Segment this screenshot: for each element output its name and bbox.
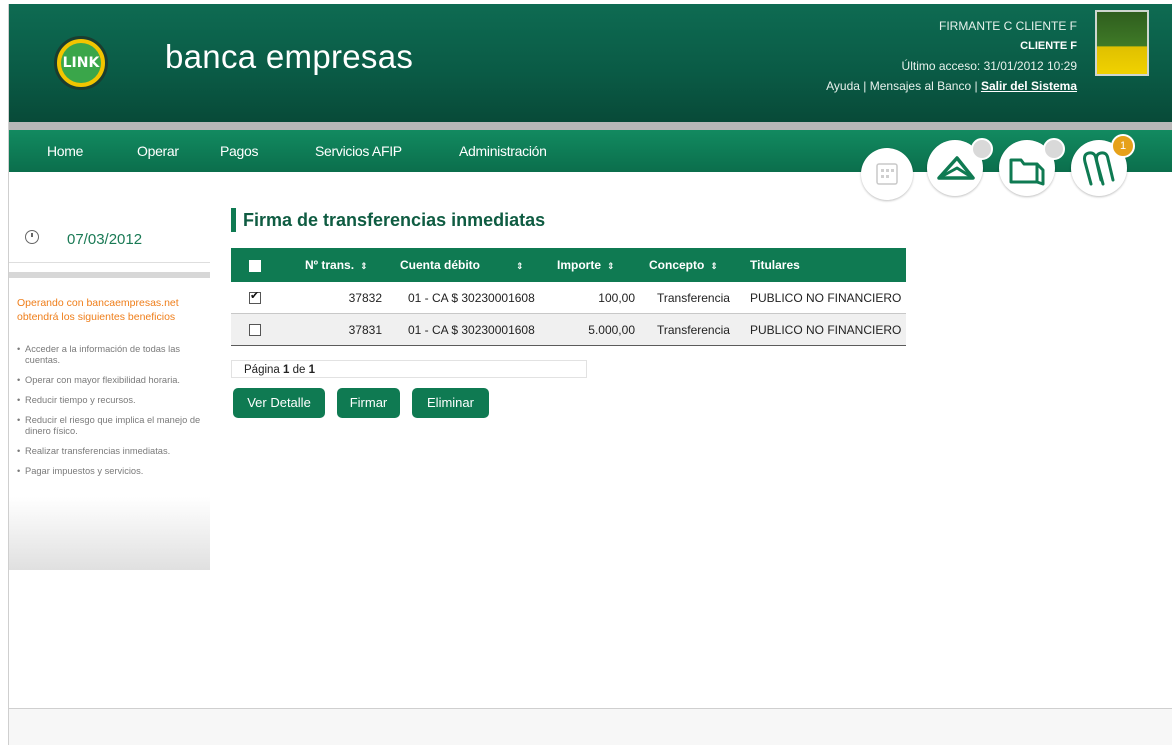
logo-text: LINK — [61, 43, 101, 83]
col-account-label: Cuenta débito — [400, 258, 480, 272]
clock-icon — [25, 230, 39, 244]
list-item: Reducir el riesgo que implica el manejo … — [17, 415, 207, 437]
cell-concept: Transferencia — [649, 282, 750, 314]
notification-badge: 1 — [1111, 134, 1135, 158]
separator: | — [974, 79, 978, 93]
nav-item-home[interactable]: Home — [47, 143, 83, 159]
col-num[interactable]: Nº trans. ⇕ — [305, 248, 400, 282]
pagination: Página 1 de 1 — [231, 360, 587, 378]
pager-of: de — [292, 364, 306, 376]
avatar — [1095, 10, 1149, 76]
cell-account: 01 - CA $ 30230001608 — [400, 282, 557, 314]
user-client-name: CLIENTE F — [1020, 40, 1077, 52]
select-all-checkbox[interactable] — [249, 259, 261, 272]
nav-item-administracion[interactable]: Administración — [459, 143, 547, 159]
select-all-cell — [231, 248, 305, 282]
header: LINK banca empresas FIRMANTE C CLIENTE F… — [9, 4, 1172, 122]
col-holders: Titulares — [750, 248, 906, 282]
link-logo[interactable]: LINK — [54, 36, 108, 90]
pager-prefix: Página — [244, 364, 280, 376]
col-amount[interactable]: Importe ⇕ — [557, 248, 649, 282]
pager-total: 1 — [308, 364, 316, 376]
page-frame: LINK banca empresas FIRMANTE C CLIENTE F… — [8, 4, 1172, 745]
row-checkbox[interactable] — [249, 324, 261, 337]
pager-current: 1 — [283, 364, 290, 376]
cell-num: 37832 — [305, 282, 400, 314]
list-item: Pagar impuestos y servicios. — [17, 466, 207, 477]
col-num-label: Nº trans. — [305, 258, 355, 272]
title-accent-bar — [231, 208, 236, 232]
nav-item-operar[interactable]: Operar — [137, 143, 179, 159]
help-link[interactable]: Ayuda — [826, 79, 860, 93]
cell-amount: 5.000,00 — [557, 313, 649, 346]
sidebar-date-box: 07/03/2012 — [9, 218, 210, 263]
user-info: FIRMANTE C CLIENTE F CLIENTE F Último ac… — [826, 16, 1077, 96]
row-select-cell — [231, 282, 305, 314]
benefits-title: Operando con bancaempresas.net obtendrá … — [17, 297, 179, 323]
table-header-row: Nº trans. ⇕ Cuenta débito ⇕ Importe ⇕ Conce… — [231, 248, 906, 282]
sort-icon: ⇕ — [516, 261, 524, 271]
nav-item-pagos[interactable]: Pagos — [220, 143, 259, 159]
cell-amount: 100,00 — [557, 282, 649, 314]
user-signer-name: FIRMANTE C CLIENTE F — [938, 19, 1077, 33]
header-links: Ayuda | Mensajes al Banco | Salir del Si… — [826, 76, 1077, 96]
header-divider — [9, 122, 1172, 130]
cell-concept: Transferencia — [649, 313, 750, 346]
benefits-list: Acceder a la información de todas las cu… — [17, 344, 207, 486]
table-row[interactable]: 37831 01 - CA $ 30230001608 5.000,00 Tra… — [231, 313, 906, 346]
list-item: Realizar transferencias inmediatas. — [17, 446, 207, 457]
sort-icon: ⇕ — [710, 261, 718, 271]
nav-item-servicios-afip[interactable]: Servicios AFIP — [315, 143, 402, 159]
cell-holders: PUBLICO NO FINANCIERO — [750, 282, 906, 314]
calendar-icon[interactable] — [861, 148, 913, 200]
logout-link[interactable]: Salir del Sistema — [981, 79, 1077, 93]
row-checkbox[interactable] — [249, 289, 261, 305]
col-account[interactable]: Cuenta débito ⇕ — [400, 248, 557, 282]
delete-button[interactable]: Eliminar — [412, 388, 489, 418]
transfers-table: Nº trans. ⇕ Cuenta débito ⇕ Importe ⇕ Conce… — [231, 248, 906, 346]
list-item: Reducir tiempo y recursos. — [17, 395, 207, 406]
sidebar-date: 07/03/2012 — [67, 231, 143, 248]
sort-icon: ⇕ — [607, 261, 615, 271]
cell-account: 01 - CA $ 30230001608 — [400, 313, 557, 346]
sort-icon: ⇕ — [360, 261, 368, 271]
cell-holders: PUBLICO NO FINANCIERO — [750, 313, 906, 346]
cell-num: 37831 — [305, 313, 400, 346]
page-title: Firma de transferencias inmediatas — [243, 210, 546, 230]
benefits-panel: Operando con bancaempresas.net obtendrá … — [9, 272, 210, 570]
brand-title: banca empresas — [165, 38, 414, 75]
last-access: Último acceso: 31/01/2012 10:29 — [901, 59, 1077, 73]
table-row[interactable]: 37832 01 - CA $ 30230001608 100,00 Trans… — [231, 282, 906, 314]
row-select-cell — [231, 313, 305, 346]
main-nav: Home Operar Pagos Servicios AFIP Adminis… — [9, 130, 1172, 200]
envelope-badge — [971, 138, 993, 160]
view-detail-button[interactable]: Ver Detalle — [233, 388, 325, 418]
col-concept-label: Concepto — [649, 258, 705, 272]
messages-link[interactable]: Mensajes al Banco — [870, 79, 971, 93]
footer — [9, 709, 1172, 745]
col-holders-label: Titulares — [750, 258, 800, 272]
list-item: Operar con mayor flexibilidad horaria. — [17, 375, 207, 386]
col-amount-label: Importe — [557, 258, 602, 272]
sign-button[interactable]: Firmar — [337, 388, 400, 418]
separator: | — [863, 79, 867, 93]
list-item: Acceder a la información de todas las cu… — [17, 344, 207, 366]
folder-badge — [1043, 138, 1065, 160]
col-concept[interactable]: Concepto ⇕ — [649, 248, 750, 282]
